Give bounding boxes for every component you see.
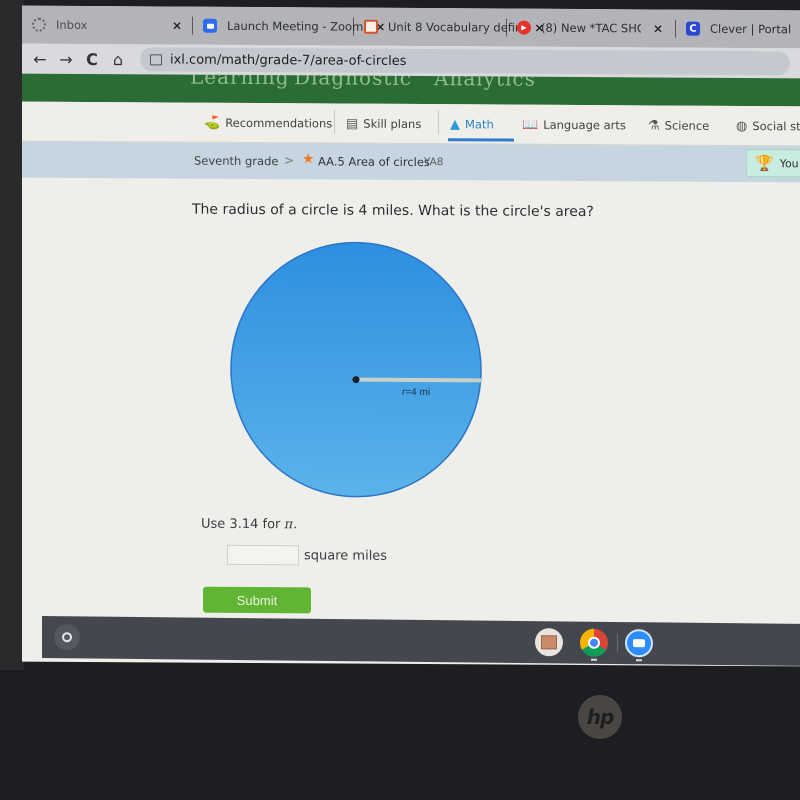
subject-skill-plans[interactable]: ▤ Skill plans [346, 114, 421, 134]
divider [334, 109, 335, 134]
subject-nav: ⛳ Recommendations ▤ Skill plans ▲ Math 📖… [22, 101, 800, 147]
subject-social-studies[interactable]: ◍ Social st [736, 116, 800, 136]
shelf-divider [617, 633, 618, 653]
subject-science[interactable]: ⚗ Science [648, 115, 709, 135]
subject-recommendations[interactable]: ⛳ Recommendations [204, 113, 332, 134]
launcher-button[interactable] [54, 624, 80, 651]
pi-instruction: Use 3.14 for π. [201, 517, 297, 533]
trophy-icon: 🏆 [755, 154, 774, 173]
zoom-icon [203, 18, 217, 33]
breadcrumb-skill: AA.5 Area of circles [318, 154, 430, 170]
breadcrumb-separator: > [284, 153, 295, 168]
flask-icon: ⚗ [648, 117, 660, 133]
youtube-icon: ▶ [517, 20, 531, 35]
tab-zoom[interactable]: Launch Meeting - Zoom × [193, 7, 385, 46]
tab-unit8[interactable]: Unit 8 Vocabulary defin × [354, 8, 544, 47]
active-tab-indicator [448, 138, 514, 142]
back-icon[interactable]: ← [28, 49, 52, 68]
running-indicator [636, 659, 642, 662]
subject-label: Science [664, 118, 710, 133]
browser-toolbar: ← → C ⌂ ixl.com/math/grade-7/area-of-cir… [22, 43, 800, 79]
skill-code: YA8 [424, 156, 444, 169]
pi-symbol: π [284, 517, 294, 533]
awards-button[interactable]: 🏆 You [746, 149, 800, 178]
circle-diagram: r=4 mi [230, 241, 482, 498]
question-text: The radius of a circle is 4 miles. What … [192, 201, 594, 221]
answer-input[interactable] [227, 544, 299, 566]
tab-title: Launch Meeting - Zoom [227, 18, 364, 34]
os-shelf [42, 615, 800, 667]
subject-label: Recommendations [225, 115, 333, 131]
subject-label: Math [465, 117, 494, 132]
radius-label: r=4 mi [402, 387, 430, 398]
tab-youtube[interactable]: ▶ (8) New *TAC SHOTGUN × [507, 9, 675, 48]
nav-learning[interactable]: Learning [190, 74, 290, 90]
pi-note-text: Use 3.14 for [201, 516, 285, 533]
tab-title: Unit 8 Vocabulary defin [388, 19, 523, 35]
url-text: ixl.com/math/grade-7/area-of-circles [170, 51, 407, 69]
forward-icon[interactable]: → [54, 49, 78, 68]
pyramid-icon: ▲ [450, 116, 460, 132]
globe-icon: ◍ [736, 118, 748, 134]
tab-title: Inbox [56, 17, 88, 32]
tab-clever[interactable]: C Clever | Portal [676, 10, 796, 49]
subject-label: Social st [752, 119, 800, 134]
star-icon: ★ [302, 151, 315, 168]
breadcrumb-grade[interactable]: Seventh grade [194, 154, 278, 169]
subject-label: Language arts [543, 117, 626, 133]
loading-spinner-icon [32, 17, 46, 32]
screen: Inbox × Launch Meeting - Zoom × Unit 8 V… [22, 5, 800, 667]
reload-icon[interactable]: C [80, 49, 104, 68]
tab-title: (8) New *TAC SHOTGUN [541, 20, 641, 36]
classroom-app-icon[interactable] [535, 628, 563, 657]
submit-button[interactable]: Submit [203, 586, 311, 614]
address-bar[interactable]: ixl.com/math/grade-7/area-of-circles [140, 47, 790, 76]
slides-icon [364, 19, 378, 34]
answer-unit: square miles [304, 548, 388, 564]
bezel-edge [0, 0, 24, 670]
home-icon[interactable]: ⌂ [106, 50, 130, 69]
tab-title: Clever | Portal [710, 21, 792, 37]
signpost-icon: ⛳ [204, 115, 221, 131]
close-tab-icon[interactable]: × [653, 21, 663, 35]
chrome-icon[interactable] [580, 628, 608, 657]
launcher-icon [62, 632, 72, 643]
skill-plan-icon: ▤ [346, 116, 359, 132]
book-icon: 📖 [522, 117, 539, 133]
divider [438, 110, 439, 135]
center-point [352, 376, 360, 384]
page-info-icon[interactable] [150, 53, 162, 65]
subject-label: Skill plans [363, 116, 422, 132]
zoom-icon[interactable] [625, 629, 653, 658]
clever-icon: C [686, 21, 700, 36]
circle [230, 241, 482, 498]
pi-note-period: . [293, 517, 298, 533]
tab-strip: Inbox × Launch Meeting - Zoom × Unit 8 V… [22, 5, 800, 49]
tab-inbox[interactable]: Inbox × [22, 6, 192, 45]
close-tab-icon[interactable]: × [172, 19, 182, 33]
hp-logo: hp [578, 695, 622, 739]
subject-math[interactable]: ▲ Math [450, 114, 494, 134]
running-indicator [591, 658, 597, 661]
breadcrumb: Seventh grade > ★ AA.5 Area of circles Y… [22, 141, 800, 183]
nav-diagnostic[interactable]: Diagnostic [294, 74, 412, 90]
award-label: You [779, 156, 799, 170]
radius-line [356, 377, 481, 383]
subject-language-arts[interactable]: 📖 Language arts [522, 115, 626, 136]
nav-analytics[interactable]: Analytics [434, 74, 536, 91]
